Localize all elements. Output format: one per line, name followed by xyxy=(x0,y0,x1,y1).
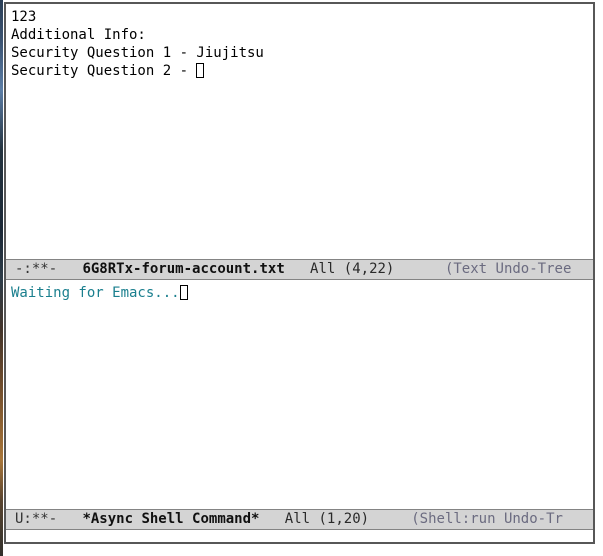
mode-line-position: All xyxy=(284,511,311,527)
mode-line-buffer-name[interactable]: *Async Shell Command* xyxy=(82,511,259,527)
shell-buffer-line-with-cursor: Waiting for Emacs... xyxy=(11,284,593,302)
mode-line-major-modes[interactable]: (Text Undo-Tree xyxy=(445,261,571,277)
emacs-window-async-shell-command[interactable]: Waiting for Emacs... U:**- *Async Shell … xyxy=(6,280,593,542)
buffer-line: Security Question 1 - Jiujitsu xyxy=(11,45,264,61)
mode-line-buffer-name[interactable]: 6G8RTx-forum-account.txt xyxy=(82,261,284,277)
mode-line-point: (4,22) xyxy=(343,261,395,277)
emacs-frame[interactable]: 123 Additional Info: Security Question 1… xyxy=(4,2,595,544)
mode-line-position: All xyxy=(310,261,336,277)
buffer-line: Additional Info: xyxy=(11,27,146,43)
mode-line-flags: U:**- xyxy=(15,511,58,527)
shell-buffer-text-area[interactable]: Waiting for Emacs... xyxy=(6,280,593,509)
buffer-line-with-cursor: Security Question 2 - xyxy=(11,62,593,80)
desktop-wallpaper-sliver xyxy=(0,0,3,556)
mode-line-flags: -:**- xyxy=(15,261,58,277)
text-cursor xyxy=(196,63,205,78)
shell-buffer-line-text: Waiting for Emacs... xyxy=(11,285,180,301)
text-cursor xyxy=(179,285,188,300)
buffer-line-text: Security Question 2 - xyxy=(11,63,197,79)
mode-line-major-modes[interactable]: (Shell:run Undo-Tr xyxy=(411,511,563,527)
buffer-line: 123 xyxy=(11,9,37,25)
file-buffer-text-area[interactable]: 123 Additional Info: Security Question 1… xyxy=(6,4,593,259)
mode-line-file-buffer[interactable]: -:**- 6G8RTx-forum-account.txt All (4,22… xyxy=(6,259,593,280)
mode-line-point: (1,20) xyxy=(318,511,370,527)
emacs-window-file-buffer[interactable]: 123 Additional Info: Security Question 1… xyxy=(6,4,593,280)
mode-line-async-shell-command[interactable]: U:**- *Async Shell Command* All (1,20) (… xyxy=(6,509,593,530)
